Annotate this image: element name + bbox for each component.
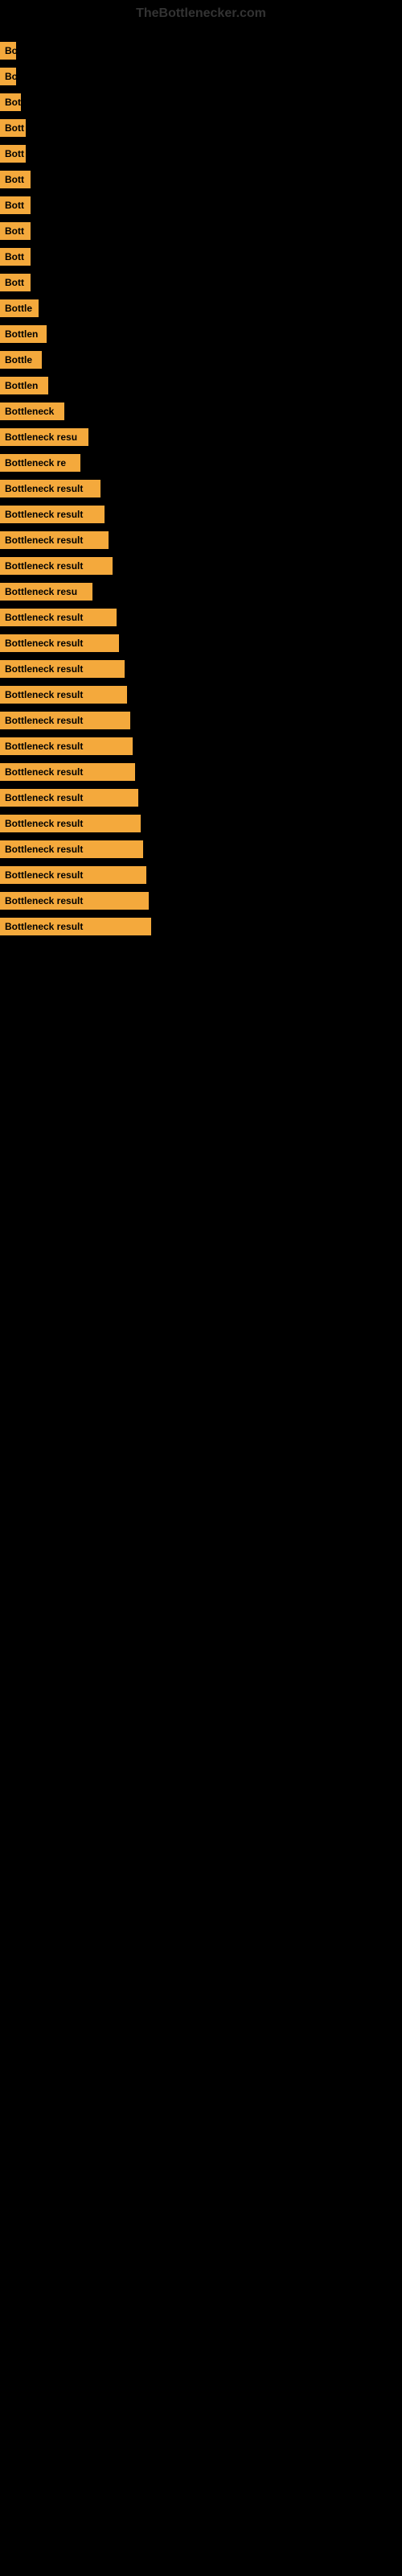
item-label: Bottleneck result	[0, 686, 127, 704]
item-label: Bottleneck result	[0, 480, 100, 497]
list-item: Bottleneck resu	[0, 427, 402, 448]
site-title: TheBottlenecker.com	[0, 0, 402, 27]
list-item: Bottleneck result	[0, 633, 402, 654]
item-label: Bottleneck result	[0, 557, 113, 575]
list-item: Bottle	[0, 298, 402, 319]
item-label: Bottleneck result	[0, 609, 117, 626]
list-item: Bottleneck result	[0, 839, 402, 860]
item-label: Bot	[0, 93, 21, 111]
item-label: Bottleneck result	[0, 892, 149, 910]
item-label: Bott	[0, 171, 31, 188]
list-item: Bott	[0, 246, 402, 267]
item-label: Bottleneck result	[0, 634, 119, 652]
item-label: Bo	[0, 68, 16, 85]
item-label: Bott	[0, 274, 31, 291]
item-label: Bottlen	[0, 377, 48, 394]
list-item: Bottleneck result	[0, 684, 402, 705]
item-label: Bottleneck result	[0, 840, 143, 858]
item-label: Bottleneck resu	[0, 583, 92, 601]
items-container: Bo Bo Bot Bott Bott Bott Bott Bott Bott Bott Bottl…	[0, 27, 402, 950]
item-label: Bottleneck re	[0, 454, 80, 472]
item-label: Bottleneck result	[0, 531, 109, 549]
item-label: Bott	[0, 248, 31, 266]
list-item: Bot	[0, 92, 402, 113]
list-item: Bottlen	[0, 375, 402, 396]
item-label: Bottleneck result	[0, 660, 125, 678]
list-item: Bottleneck re	[0, 452, 402, 473]
list-item: Bottleneck result	[0, 530, 402, 551]
list-item: Bottleneck	[0, 401, 402, 422]
list-item: Bott	[0, 169, 402, 190]
item-label: Bottleneck result	[0, 918, 151, 935]
item-label: Bottleneck result	[0, 737, 133, 755]
item-label: Bott	[0, 222, 31, 240]
list-item: Bottleneck resu	[0, 581, 402, 602]
list-item: Bottleneck result	[0, 890, 402, 911]
list-item: Bott	[0, 272, 402, 293]
list-item: Bottleneck result	[0, 504, 402, 525]
list-item: Bottleneck result	[0, 865, 402, 886]
item-label: Bott	[0, 196, 31, 214]
list-item: Bottleneck result	[0, 555, 402, 576]
item-label: Bottleneck result	[0, 789, 138, 807]
list-item: Bo	[0, 40, 402, 61]
list-item: Bott	[0, 221, 402, 242]
list-item: Bott	[0, 143, 402, 164]
list-item: Bottleneck result	[0, 916, 402, 937]
list-item: Bottleneck result	[0, 658, 402, 679]
list-item: Bottlen	[0, 324, 402, 345]
item-label: Bottle	[0, 299, 39, 317]
item-label: Bottleneck resu	[0, 428, 88, 446]
item-label: Bottleneck result	[0, 866, 146, 884]
item-label: Bottleneck result	[0, 815, 141, 832]
list-item: Bottleneck result	[0, 478, 402, 499]
list-item: Bottleneck result	[0, 813, 402, 834]
item-label: Bottle	[0, 351, 42, 369]
item-label: Bottlen	[0, 325, 47, 343]
item-label: Bott	[0, 145, 26, 163]
item-label: Bottleneck result	[0, 712, 130, 729]
list-item: Bottleneck result	[0, 736, 402, 757]
list-item: Bottleneck result	[0, 787, 402, 808]
item-label: Bottleneck	[0, 402, 64, 420]
list-item: Bottle	[0, 349, 402, 370]
item-label: Bottleneck result	[0, 506, 105, 523]
item-label: Bott	[0, 119, 26, 137]
list-item: Bott	[0, 195, 402, 216]
item-label: Bo	[0, 42, 16, 60]
item-label: Bottleneck result	[0, 763, 135, 781]
list-item: Bottleneck result	[0, 762, 402, 782]
list-item: Bott	[0, 118, 402, 138]
list-item: Bo	[0, 66, 402, 87]
list-item: Bottleneck result	[0, 607, 402, 628]
list-item: Bottleneck result	[0, 710, 402, 731]
